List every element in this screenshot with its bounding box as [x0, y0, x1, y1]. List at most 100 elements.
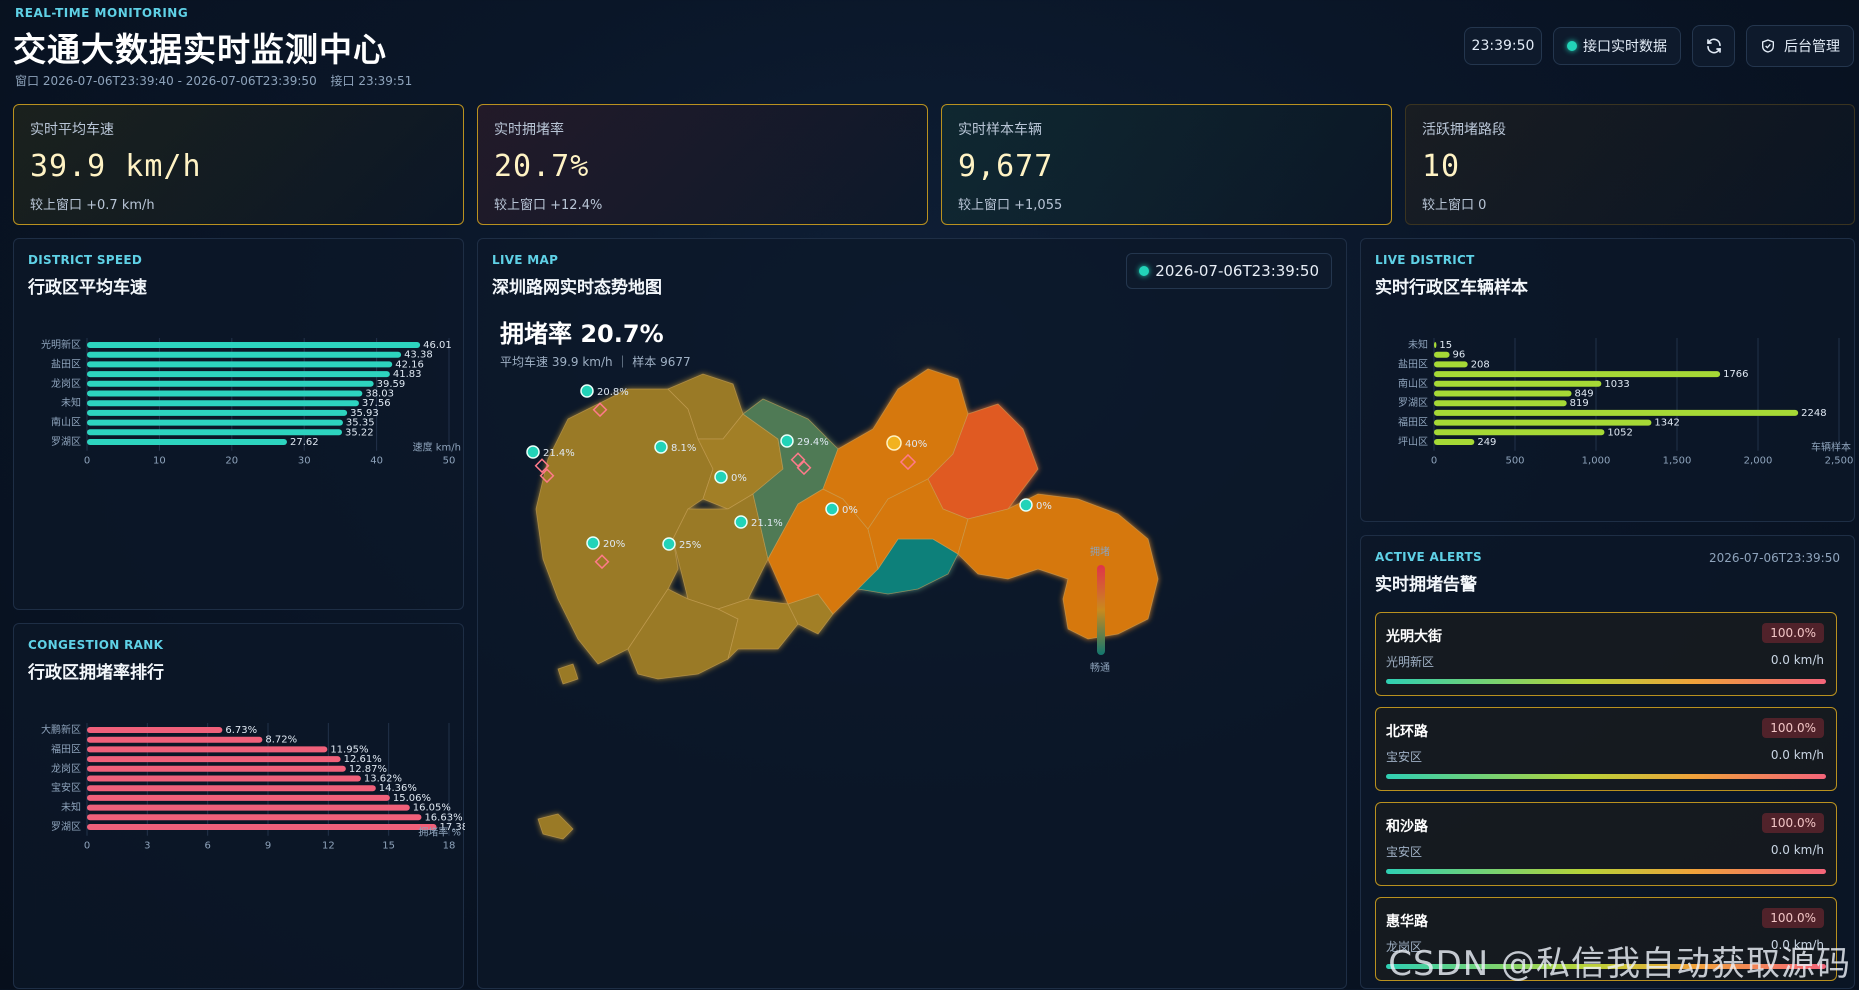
panel-title: 实时拥堵告警 [1375, 575, 1477, 595]
bar[interactable] [87, 736, 263, 743]
panel-title: 行政区平均车速 [28, 278, 147, 298]
marker[interactable]: 25% [662, 537, 701, 551]
marker[interactable]: 20% [586, 536, 625, 550]
marker[interactable]: 0% [714, 470, 747, 484]
bar-value-label: 1033 [1604, 379, 1629, 390]
category-label: 福田区 [1398, 416, 1428, 429]
admin-button[interactable]: 后台管理 [1746, 25, 1854, 67]
bar[interactable] [1434, 419, 1652, 426]
alert-percent: 100.0% [1762, 908, 1824, 928]
bar[interactable] [87, 785, 376, 792]
bar[interactable] [1434, 380, 1602, 387]
category-label: 大鹏新区 [41, 723, 81, 736]
bar-value-label: 15 [1439, 340, 1452, 351]
marker[interactable]: 0% [1019, 498, 1052, 512]
bar[interactable] [1434, 429, 1605, 436]
bar[interactable] [1434, 371, 1721, 378]
category-label: 南山区 [1398, 377, 1428, 390]
marker[interactable]: 21.4% [526, 445, 575, 459]
marker-label: 0% [731, 473, 747, 484]
alerts-timestamp: 2026-07-06T23:39:50 [1709, 551, 1840, 565]
marker[interactable]: 40% [886, 435, 927, 451]
bar[interactable] [1434, 361, 1468, 368]
category-label: 未知 [61, 396, 81, 409]
bar[interactable] [87, 439, 287, 445]
category-label: 龙岗区 [51, 377, 81, 390]
marker[interactable]: 8.1% [654, 440, 696, 454]
alert-road: 惠华路 [1386, 914, 1428, 930]
bar[interactable] [87, 342, 421, 348]
kpi-compare: 较上窗口 +0.7 km/h [30, 198, 155, 213]
kpi-card-speed: 实时平均车速 39.9 km/h 较上窗口 +0.7 km/h [13, 104, 464, 225]
bar[interactable] [87, 409, 348, 416]
marker-label: 21.4% [543, 448, 575, 459]
bar[interactable] [87, 429, 342, 436]
bar-value-label: 208 [1471, 359, 1490, 370]
marker[interactable]: 20.8% [580, 384, 629, 398]
bar[interactable] [1434, 390, 1572, 397]
refresh-button[interactable] [1692, 25, 1735, 67]
bar[interactable] [87, 794, 390, 801]
status-dot-icon [1567, 41, 1577, 51]
tick-label: 10 [153, 456, 166, 467]
axis-label: 拥堵率 % [418, 826, 461, 839]
refresh-icon [1706, 38, 1721, 54]
alert-district: 光明新区 [1386, 655, 1435, 669]
panel-title: 实时行政区车辆样本 [1375, 278, 1528, 298]
bar-value-label: 1052 [1607, 427, 1632, 438]
live-district-chart: 0 500 1,000 1,500 2,000 2,500 15 未知 96 208 盐田区 1766… [1398, 338, 1853, 467]
bar[interactable] [87, 746, 328, 753]
bar[interactable] [87, 351, 402, 358]
kpi-label: 实时拥堵率 [494, 122, 564, 138]
alert-card[interactable]: 和沙路 宝安区 100.0% 0.0 km/h [1375, 802, 1837, 886]
marker[interactable]: 29.4% [780, 434, 829, 448]
panel-tag: LIVE DISTRICT [1375, 253, 1475, 267]
bar[interactable] [1434, 342, 1437, 348]
bar[interactable] [87, 371, 390, 378]
bar[interactable] [87, 419, 343, 426]
marker[interactable]: 0% [825, 502, 858, 516]
bar[interactable] [87, 400, 359, 407]
bar[interactable] [1434, 409, 1799, 416]
bar[interactable] [87, 804, 410, 811]
bar[interactable] [1434, 351, 1450, 358]
kpi-label: 实时样本车辆 [958, 122, 1042, 138]
bar[interactable] [87, 814, 422, 821]
category-label: 福田区 [51, 742, 81, 755]
congestion-rank-panel: CONGESTION RANK 行政区拥堵率排行 0 3 6 9 12 15 18 6.73%… [13, 623, 465, 989]
panel-tag: CONGESTION RANK [28, 638, 164, 652]
region-dapeng[interactable] [957, 493, 1159, 640]
tick-label: 30 [298, 456, 311, 467]
bar[interactable] [87, 361, 393, 368]
legend-top-label: 拥堵 [1090, 545, 1110, 558]
tick-label: 15 [382, 841, 395, 852]
region-island [537, 813, 574, 840]
kpi-value: 20.7% [494, 149, 590, 184]
realtime-status[interactable]: 接口实时数据 [1553, 27, 1681, 65]
region-island [557, 663, 579, 685]
region-longhua-south[interactable] [672, 493, 769, 610]
alert-card[interactable]: 北环路 宝安区 100.0% 0.0 km/h [1375, 707, 1837, 791]
category-label: 宝安区 [51, 781, 81, 794]
category-label: 未知 [61, 801, 81, 814]
marker-label: 40% [905, 439, 927, 450]
bar[interactable] [87, 775, 361, 782]
bar-value-label: 2248 [1801, 408, 1826, 419]
bar[interactable] [87, 380, 374, 387]
bar[interactable] [1434, 400, 1567, 407]
marker[interactable]: 21.1% [734, 515, 783, 529]
bar[interactable] [87, 824, 437, 830]
bar-value-label: 35.22 [345, 427, 374, 438]
bar[interactable] [1434, 439, 1475, 445]
bar[interactable] [87, 727, 223, 733]
alert-card[interactable]: 光明大街 光明新区 100.0% 0.0 km/h [1375, 612, 1837, 696]
kpi-compare: 较上窗口 +12.4% [494, 198, 603, 213]
bar[interactable] [87, 765, 346, 772]
shenzhen-map[interactable]: 20.8% 21.4% 8.1% 0% 29.4% 40% 0% 0% 21.1… [478, 239, 1348, 990]
alert-progress-bar [1386, 774, 1826, 779]
tick-label: 18 [443, 841, 456, 852]
marker-label: 25% [679, 540, 701, 551]
bar[interactable] [87, 390, 363, 397]
clock-text: 23:39:50 [1471, 38, 1535, 54]
bar[interactable] [87, 756, 341, 763]
